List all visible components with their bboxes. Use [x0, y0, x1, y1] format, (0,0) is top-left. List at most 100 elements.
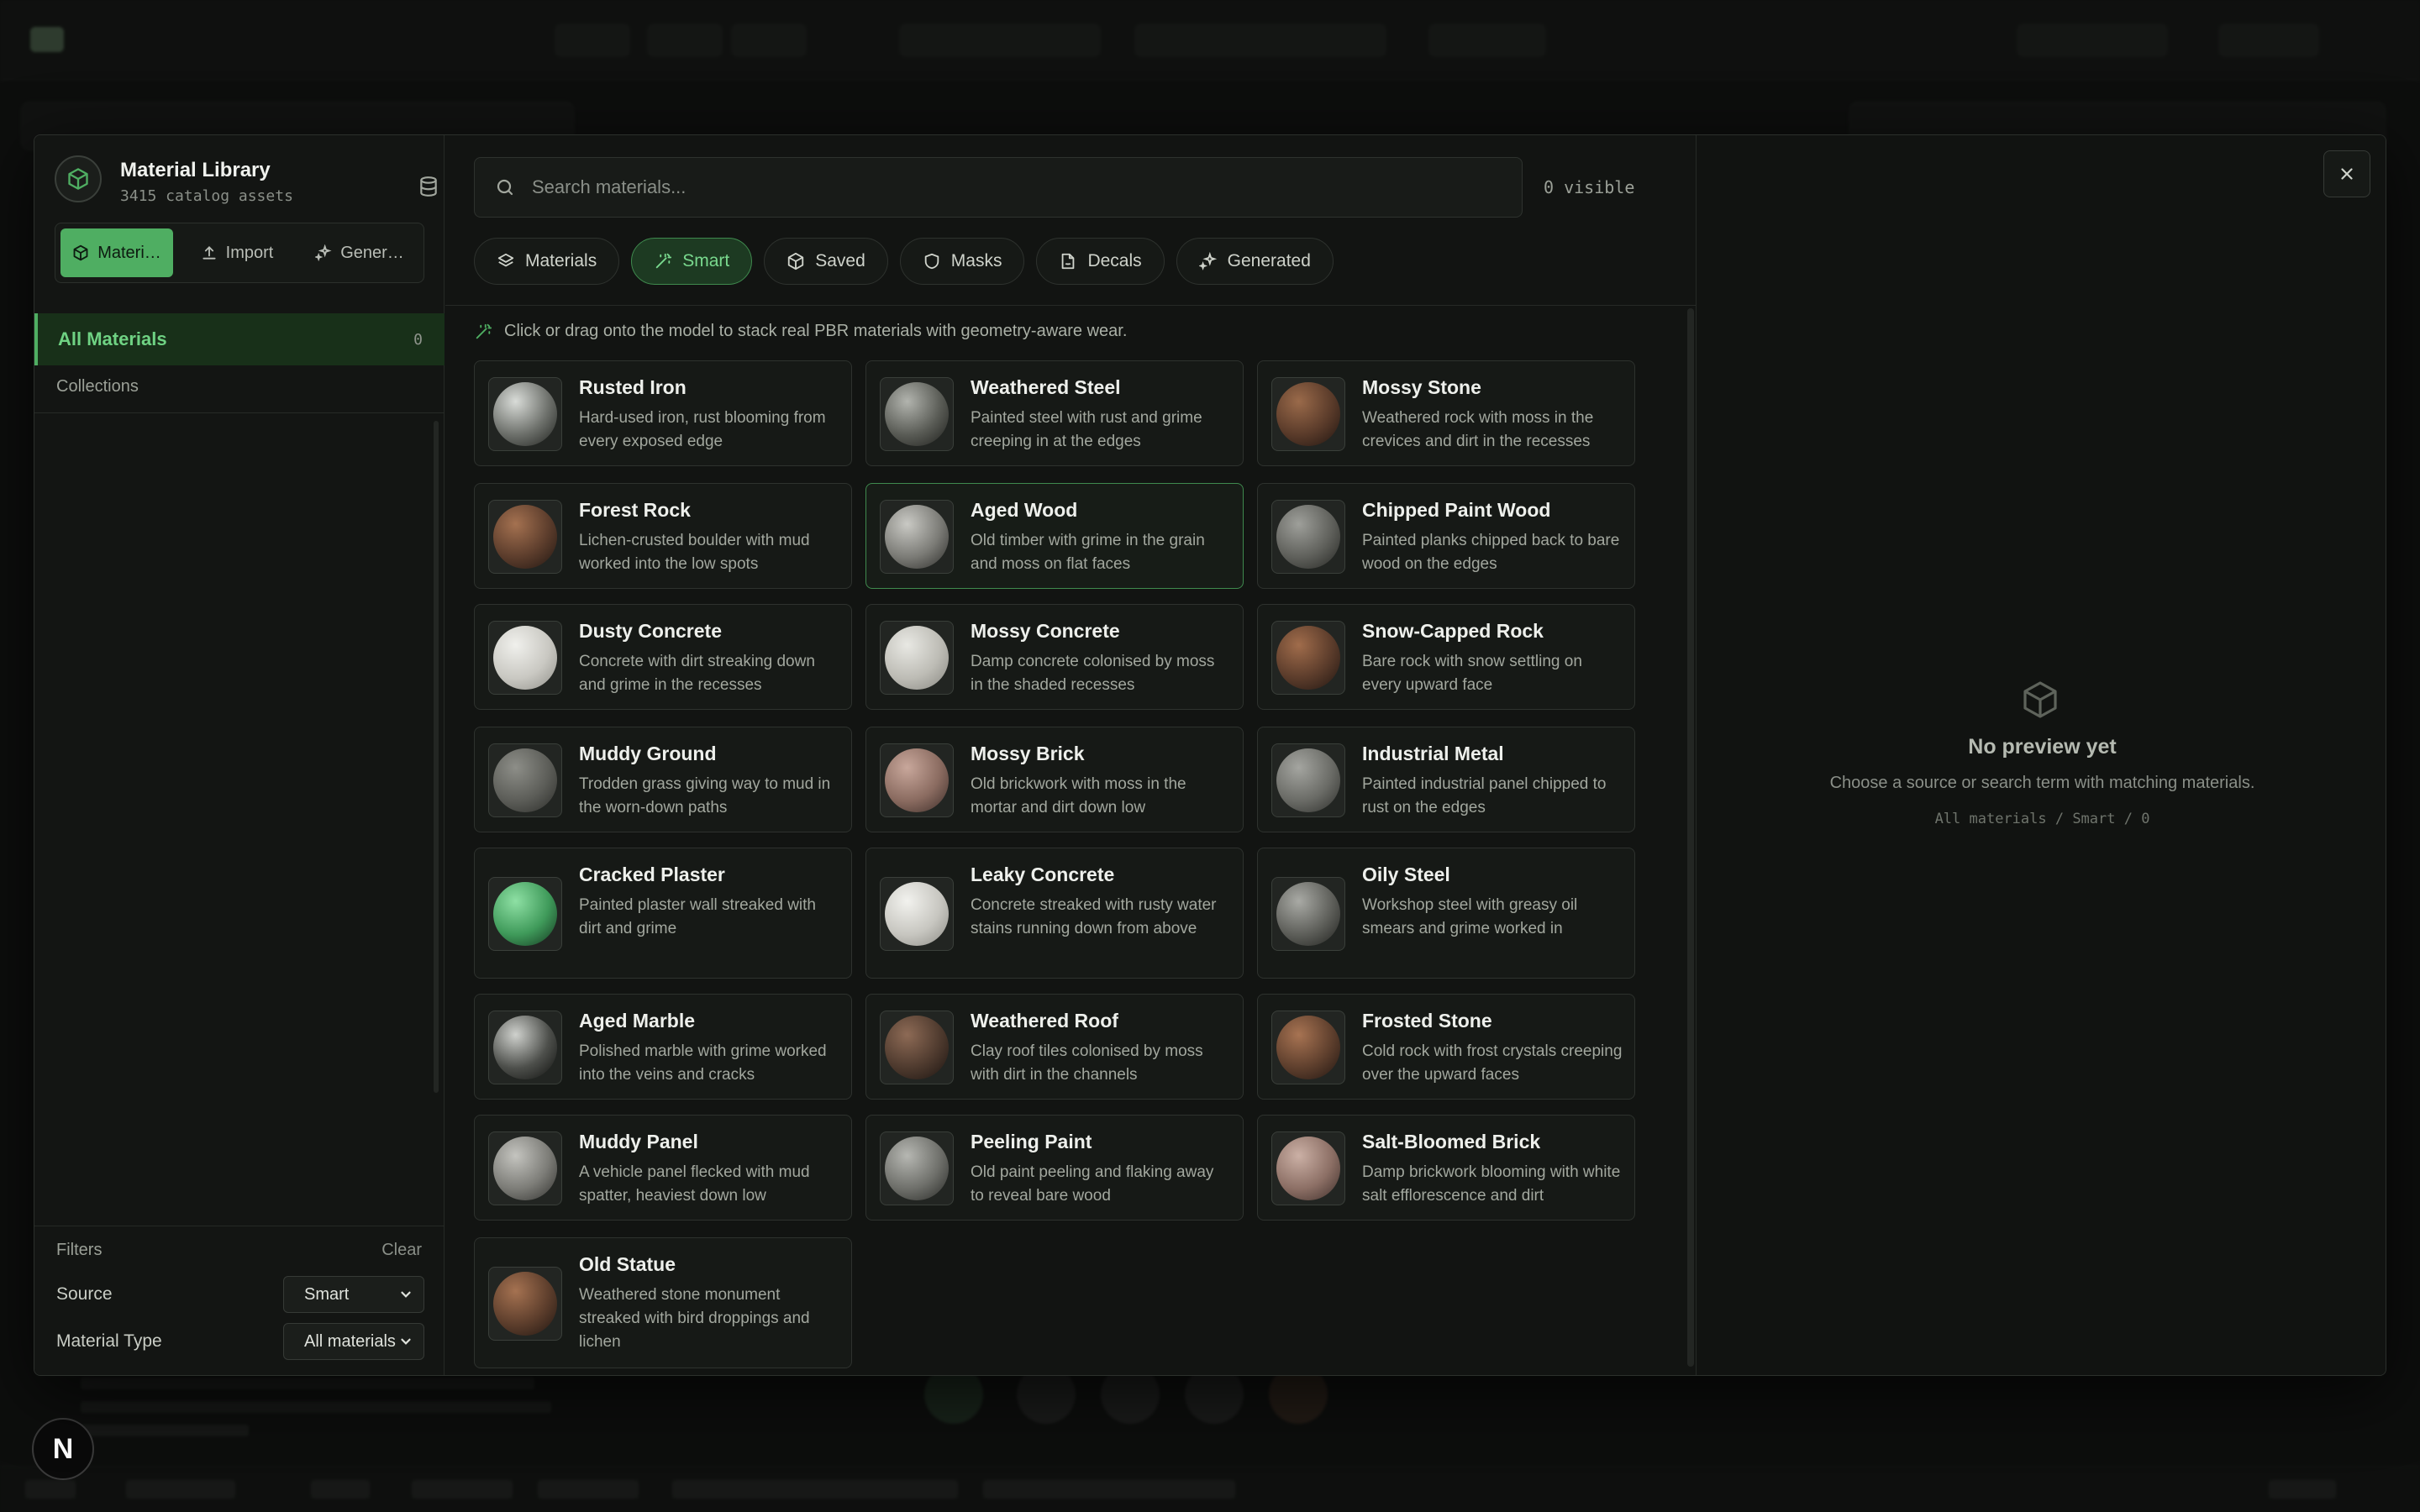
material-card[interactable]: Muddy Ground Trodden grass giving way to … [474, 727, 852, 832]
material-thumbnail [880, 1131, 954, 1205]
source-filter-label: Source [56, 1284, 113, 1304]
material-name: Aged Marble [579, 1010, 696, 1032]
material-sphere-preview [885, 1016, 949, 1079]
material-card[interactable]: Old Statue Weathered stone monument strea… [474, 1237, 852, 1368]
background-status-chip [672, 1480, 958, 1499]
background-material-dock [908, 1365, 1512, 1441]
material-thumbnail [488, 1131, 562, 1205]
background-status-chip [126, 1480, 235, 1499]
tab-saved[interactable]: Saved [764, 238, 888, 285]
material-thumbnail [488, 1267, 562, 1341]
layers-icon [497, 253, 514, 267]
source-tab-materials[interactable]: Materi… [60, 228, 173, 277]
material-type-filter-label: Material Type [56, 1331, 162, 1351]
drag-hint: Click or drag onto the model to stack re… [474, 322, 1127, 341]
tab-label: Saved [815, 251, 865, 270]
material-thumbnail [488, 621, 562, 695]
material-description: Old timber with grime in the grain and m… [971, 532, 1205, 573]
sidebar-scrollbar[interactable] [434, 421, 439, 1093]
source-filter-select[interactable]: Smart [283, 1276, 424, 1313]
material-card[interactable]: Peeling Paint Old paint peeling and flaki… [865, 1115, 1244, 1221]
material-name: Muddy Panel [579, 1131, 698, 1152]
material-card[interactable]: Mossy Brick Old brickwork with moss in th… [865, 727, 1244, 832]
magic-wand-icon [476, 323, 492, 339]
chevron-down-icon [401, 1291, 411, 1298]
material-name: Rusted Iron [579, 376, 687, 398]
material-card[interactable]: Frosted Stone Cold rock with frost crysta… [1257, 994, 1635, 1100]
material-name: Chipped Paint Wood [1362, 499, 1551, 521]
material-sphere-preview [493, 748, 557, 812]
filters-clear-button[interactable]: Clear [381, 1241, 422, 1260]
material-sphere-preview [1276, 882, 1340, 946]
source-tab-generated[interactable]: Gener… [301, 228, 418, 277]
library-sidebar: Material Library 3415 catalog assets Mat… [34, 135, 445, 1375]
background-toolbar-button [555, 24, 630, 57]
material-type-filter-select[interactable]: All materials [283, 1323, 424, 1360]
material-thumbnail [1271, 621, 1345, 695]
material-thumbnail [880, 743, 954, 817]
sidebar-item-all-materials[interactable]: All Materials 0 [34, 313, 445, 365]
material-card[interactable]: Chipped Paint Wood Painted planks chipped… [1257, 483, 1635, 589]
material-card[interactable]: Rusted Iron Hard-used iron, rust blooming… [474, 360, 852, 466]
material-card[interactable]: Aged Marble Polished marble with grime wo… [474, 994, 852, 1100]
material-card[interactable]: Weathered Roof Clay roof tiles colonised … [865, 994, 1244, 1100]
material-card[interactable]: Industrial Metal Painted industrial panel… [1257, 727, 1635, 832]
material-card[interactable]: Cracked Plaster Painted plaster wall stre… [474, 848, 852, 979]
material-sphere-preview [1276, 1016, 1340, 1079]
source-tab-import[interactable]: Import [178, 228, 296, 277]
material-name: Forest Rock [579, 499, 691, 521]
magic-wand-icon [655, 253, 672, 269]
background-status-chip [983, 1480, 1235, 1499]
tab-materials[interactable]: Materials [474, 238, 620, 285]
library-cube-icon [55, 155, 102, 202]
material-card[interactable]: Muddy Panel A vehicle panel flecked with … [474, 1115, 852, 1221]
database-icon[interactable] [416, 174, 441, 199]
material-card[interactable]: Oily Steel Workshop steel with greasy oil… [1257, 848, 1635, 979]
tab-decals[interactable]: Decals [1036, 238, 1165, 285]
tab-masks[interactable]: Masks [899, 238, 1025, 285]
material-card[interactable]: Forest Rock Lichen-crusted boulder with m… [474, 483, 852, 589]
material-sphere-preview [493, 382, 557, 446]
background-status-chip [25, 1480, 76, 1499]
material-sphere-preview [1276, 505, 1340, 569]
browser-divider [445, 305, 1696, 306]
material-card[interactable]: Snow-Capped Rock Bare rock with snow sett… [1257, 604, 1635, 710]
material-description: Damp concrete colonised by moss in the s… [971, 653, 1215, 694]
library-title: Material Library [120, 159, 271, 181]
search-input[interactable] [532, 176, 1456, 198]
material-card[interactable]: Weathered Steel Painted steel with rust a… [865, 360, 1244, 466]
close-icon [2341, 168, 2353, 180]
n-badge-label: N [52, 1432, 74, 1465]
material-thumbnail [488, 743, 562, 817]
n-badge-button[interactable]: N [32, 1418, 94, 1480]
material-card[interactable]: Salt-Bloomed Brick Damp brickwork bloomin… [1257, 1115, 1635, 1221]
material-sphere-preview [493, 505, 557, 569]
background-toolbar-button [647, 24, 723, 57]
material-thumbnail [1271, 1011, 1345, 1084]
material-card[interactable]: Leaky Concrete Concrete streaked with rus… [865, 848, 1244, 979]
material-library-modal: Material Library 3415 catalog assets Mat… [34, 134, 2386, 1376]
preview-path: All materials / Smart / 0 [1934, 811, 2150, 827]
material-card[interactable]: Mossy Concrete Damp concrete colonised by… [865, 604, 1244, 710]
materials-scrollbar[interactable] [1687, 308, 1694, 1367]
material-thumbnail [1271, 877, 1345, 951]
material-description: Polished marble with grime worked into t… [579, 1042, 827, 1084]
search-bar [474, 157, 1523, 218]
library-header: Material Library 3415 catalog assets [55, 154, 437, 205]
material-card[interactable]: Dusty Concrete Concrete with dirt streaki… [474, 604, 852, 710]
tab-smart[interactable]: Smart [631, 238, 753, 285]
close-button[interactable] [2323, 150, 2370, 197]
material-card[interactable]: Mossy Stone Weathered rock with moss in t… [1257, 360, 1635, 466]
material-name: Oily Steel [1362, 864, 1450, 885]
material-thumbnail [488, 877, 562, 951]
cube-icon [73, 244, 88, 261]
tab-generated[interactable]: Generated [1176, 238, 1334, 285]
sidebar-item-label: All Materials [58, 328, 167, 349]
background-toolbar-group [1134, 24, 1386, 57]
material-sphere-preview [885, 626, 949, 690]
upload-icon [203, 246, 216, 260]
material-description: Painted plaster wall streaked with dirt … [579, 896, 816, 937]
material-card[interactable]: Aged Wood Old timber with grime in the gr… [865, 483, 1244, 589]
background-topbar [0, 0, 2420, 81]
sparkles-icon [315, 244, 332, 261]
